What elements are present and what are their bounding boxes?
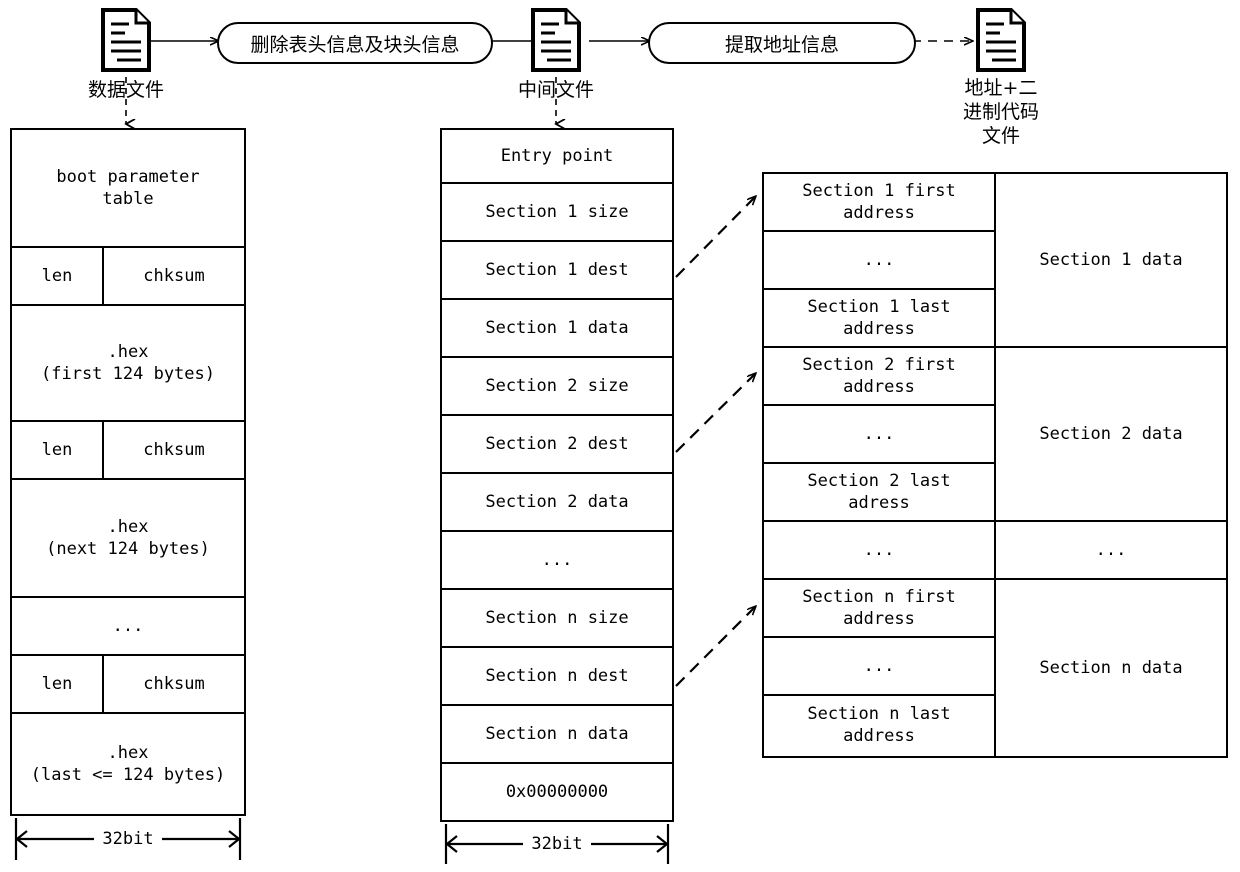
data-file-cell-len: len xyxy=(12,248,104,304)
link-arrow-section-n xyxy=(675,606,756,687)
address-column: Section 1 first address... Section 1 last… xyxy=(764,174,996,756)
data-file-width-indicator: 32bit xyxy=(10,816,246,862)
address-row: Section n first address xyxy=(764,580,994,638)
intermediate-file-width-indicator: 32bit xyxy=(440,822,674,866)
intermediate-file-row: Section 1 data xyxy=(442,300,672,358)
intermediate-file-row: Section 2 dest xyxy=(442,416,672,474)
process-step-remove-headers[interactable]: 删除表头信息及块头信息 xyxy=(217,22,493,64)
data-file-cell: ... xyxy=(12,598,244,656)
address-row: ... xyxy=(764,638,994,696)
section-data-row: ... xyxy=(996,522,1226,580)
process-step-extract-address-label: 提取地址信息 xyxy=(724,33,839,56)
address-row: Section n last address xyxy=(807,704,951,746)
intermediate-file-row: Entry point xyxy=(442,130,672,184)
address-row: Section 1 last address xyxy=(764,290,994,348)
intermediate-file-row: Section n size xyxy=(442,590,672,648)
intermediate-file-row: Section 2 data xyxy=(442,474,672,532)
intermediate-file-row: Section n dest xyxy=(442,648,672,706)
data-file-cell: .hex (next 124 bytes) xyxy=(12,480,244,598)
address-row: ... xyxy=(764,522,994,580)
data-file-cell: .hex (first 124 bytes) xyxy=(12,306,244,422)
intermediate-file-row: 0x00000000 xyxy=(505,782,609,802)
address-row: Section 2 first address xyxy=(764,348,994,406)
data-file-cell: .hex (last <= 124 bytes) xyxy=(30,743,226,785)
data-file-row: len chksum xyxy=(12,422,244,480)
process-step-remove-headers-label: 删除表头信息及块头信息 xyxy=(250,33,460,56)
section-data-column: Section 1 data Section 2 data... Section n… xyxy=(996,174,1226,756)
address-row: ... xyxy=(764,232,994,290)
address-row: ... xyxy=(764,406,994,464)
output-file-label: 地址+二 进制代码 文件 xyxy=(962,77,1039,147)
document-icon xyxy=(100,8,152,72)
address-table: Section 1 first address... Section 1 last… xyxy=(762,172,1228,758)
section-data-row: Section 2 data xyxy=(996,348,1226,522)
data-file-table: boot parameter table len chksum .hex (first… xyxy=(10,128,246,816)
address-row: Section 2 last adress xyxy=(764,464,994,522)
intermediate-file-row: ... xyxy=(442,532,672,590)
data-file-cell-len: len xyxy=(12,656,104,712)
intermediate-file-label: 中间文件 xyxy=(517,79,594,101)
section-data-row: Section 1 data xyxy=(996,174,1226,348)
source-file-label: 数据文件 xyxy=(87,79,164,101)
intermediate-file-row: Section 1 size xyxy=(442,184,672,242)
link-arrow-section-1 xyxy=(675,196,756,278)
intermediate-file-row: Section 1 dest xyxy=(442,242,672,300)
intermediate-file-width-label: 32bit xyxy=(523,834,591,854)
link-arrow-section-2 xyxy=(675,373,756,453)
data-file-row: len chksum xyxy=(12,248,244,306)
data-file-cell-chksum: chksum xyxy=(143,266,205,286)
data-file-cell-chksum: chksum xyxy=(143,674,205,694)
document-icon xyxy=(975,8,1027,72)
data-file-cell-len: len xyxy=(12,422,104,478)
intermediate-file-table: Entry point Section 1 size Section 1 dest S… xyxy=(440,128,674,822)
data-file-cell-chksum: chksum xyxy=(143,440,205,460)
intermediate-file-row: Section 2 size xyxy=(442,358,672,416)
section-data-row: Section n data xyxy=(1039,658,1183,678)
data-file-cell: boot parameter table xyxy=(12,130,244,248)
process-step-extract-address[interactable]: 提取地址信息 xyxy=(648,22,916,64)
data-file-row: len chksum xyxy=(12,656,244,714)
intermediate-file-row: Section n data xyxy=(442,706,672,764)
address-row: Section 1 first address xyxy=(764,174,994,232)
document-icon xyxy=(530,8,582,72)
diagram-canvas: 数据文件 删除表头信息及块头信息 中间文件 提取地址信息 地址+二 进制代码 文… xyxy=(0,0,1240,872)
data-file-width-label: 32bit xyxy=(94,829,162,849)
